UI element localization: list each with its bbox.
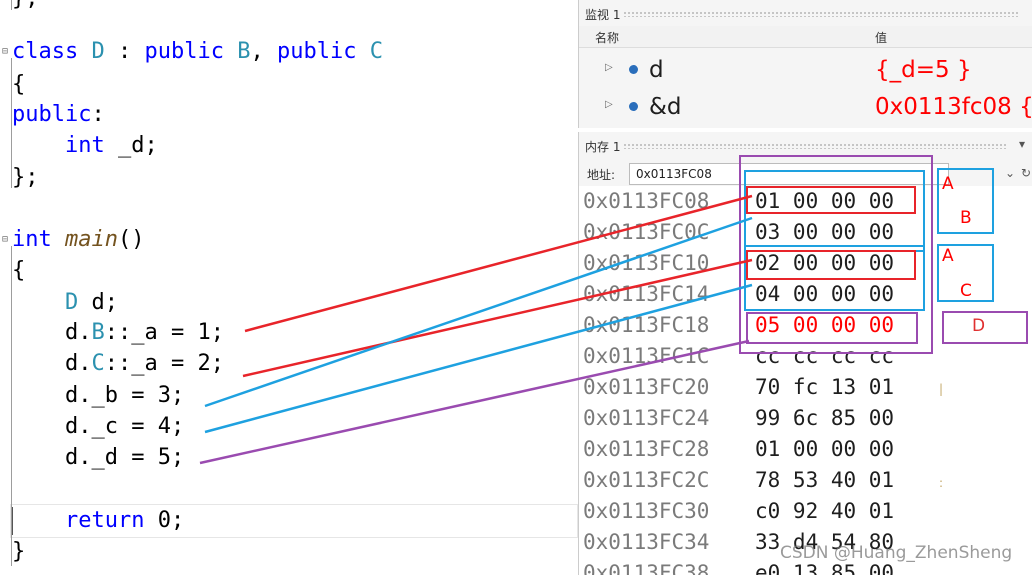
watch-row[interactable]: ▷ &d 0x0113fc08 {_ xyxy=(579,89,1032,125)
refresh-icon[interactable]: ↻ xyxy=(1021,166,1031,180)
code-line-return: return 0; xyxy=(64,508,185,533)
memory-bytes[interactable]: 78 53 40 01 xyxy=(755,465,894,496)
watch-name: &d xyxy=(649,94,682,120)
fold-toggle-icon[interactable]: ⊟ xyxy=(2,234,8,245)
watch-col-name[interactable]: 名称 xyxy=(595,29,619,46)
fold-toggle-icon[interactable]: ⊟ xyxy=(2,46,8,57)
memory-address: 0x0113FC28 xyxy=(583,437,710,461)
field-d-highlight xyxy=(746,312,918,344)
memory-address: 0x0113FC0C xyxy=(583,220,710,244)
memory-address: 0x0113FC2C xyxy=(583,468,710,492)
watch-value: 0x0113fc08 {_ xyxy=(875,94,1032,120)
code-line: { xyxy=(12,258,26,283)
watch-value: {_d=5 } xyxy=(875,57,972,83)
memory-bytes[interactable]: 70 fc 13 01 xyxy=(755,372,894,403)
expand-arrow-icon[interactable]: ▷ xyxy=(605,99,613,110)
watch-panel: 监视 1 名称 值 ▷ d {_d=5 } ▷ &d 0x0113fc08 {_ xyxy=(578,0,1032,128)
label-a-bottom: A xyxy=(942,246,954,266)
memory-address: 0x0113FC18 xyxy=(583,313,710,337)
code-line: } xyxy=(12,539,26,564)
memory-row[interactable]: 0x0113FC24 99 6c 85 00 xyxy=(579,403,1032,434)
panel-menu-dropdown-icon[interactable]: ▾ xyxy=(1019,137,1025,151)
label-d: D xyxy=(972,316,986,336)
code-line-member: int _d; xyxy=(64,133,158,158)
column-marker: | xyxy=(939,382,944,396)
memory-address: 0x0113FC14 xyxy=(583,282,710,306)
variable-icon xyxy=(629,102,638,111)
memory-bytes[interactable]: 01 00 00 00 xyxy=(755,434,894,465)
memory-row[interactable]: 0x0113FC30 c0 92 40 01 xyxy=(579,496,1032,527)
code-line-assign-c: d._c = 4; xyxy=(12,414,185,439)
memory-panel-title: 内存 1 xyxy=(585,140,621,154)
memory-bytes[interactable]: c0 92 40 01 xyxy=(755,496,894,527)
address-label: 地址: xyxy=(587,168,616,182)
watch-name: d xyxy=(649,57,664,83)
memory-address: 0x0113FC30 xyxy=(583,499,710,523)
code-line-main: int main() xyxy=(12,227,145,252)
watermark-text: CSDN @Huang_ZhenSheng xyxy=(780,543,1013,563)
watch-col-value[interactable]: 值 xyxy=(875,29,887,46)
field-c-a-highlight xyxy=(746,250,916,280)
memory-address: 0x0113FC08 xyxy=(583,189,710,213)
variable-icon xyxy=(629,65,638,74)
memory-address: 0x0113FC20 xyxy=(583,375,710,399)
memory-address: 0x0113FC10 xyxy=(583,251,710,275)
code-line: }; xyxy=(12,165,39,190)
label-c: C xyxy=(960,281,972,301)
code-line-assign-b-a: d.B::_a = 1; xyxy=(12,320,224,345)
expand-arrow-icon[interactable]: ▷ xyxy=(605,62,613,73)
memory-address: 0x0113FC38 xyxy=(583,561,710,575)
watch-column-header: 名称 值 xyxy=(579,26,1032,48)
code-line: D d; xyxy=(64,290,118,315)
code-editor[interactable]: ⊟ ⊟ }; class D : public B, public C { pu… xyxy=(0,0,578,575)
label-a-top: A xyxy=(942,174,954,194)
memory-bytes[interactable]: 99 6c 85 00 xyxy=(755,403,894,434)
panel-drag-grip[interactable] xyxy=(623,11,1018,17)
code-line-class-decl: class D : public B, public C xyxy=(12,39,383,64)
memory-row[interactable]: 0x0113FC2C 78 53 40 01 xyxy=(579,465,1032,496)
watch-row[interactable]: ▷ d {_d=5 } xyxy=(579,52,1032,88)
code-line-assign-d: d._d = 5; xyxy=(12,445,185,470)
code-line: { xyxy=(12,72,26,97)
memory-address: 0x0113FC1C xyxy=(583,344,710,368)
code-line-assign-c-a: d.C::_a = 2; xyxy=(12,351,224,376)
label-b: B xyxy=(960,208,972,228)
field-b-a-highlight xyxy=(746,186,916,214)
memory-row[interactable]: 0x0113FC28 01 00 00 00 xyxy=(579,434,1032,465)
code-line: }; xyxy=(12,0,39,14)
memory-row[interactable]: 0x0113FC20 70 fc 13 01 xyxy=(579,372,1032,403)
column-marker: : xyxy=(939,476,944,490)
address-dropdown-icon[interactable]: ⌄ xyxy=(1005,166,1015,180)
panel-drag-grip[interactable] xyxy=(623,143,1007,149)
code-line-access: public: xyxy=(12,102,105,127)
memory-address: 0x0113FC34 xyxy=(583,530,710,554)
watch-panel-title: 监视 1 xyxy=(585,8,621,22)
code-line-assign-b: d._b = 3; xyxy=(12,383,185,408)
memory-address: 0x0113FC24 xyxy=(583,406,710,430)
